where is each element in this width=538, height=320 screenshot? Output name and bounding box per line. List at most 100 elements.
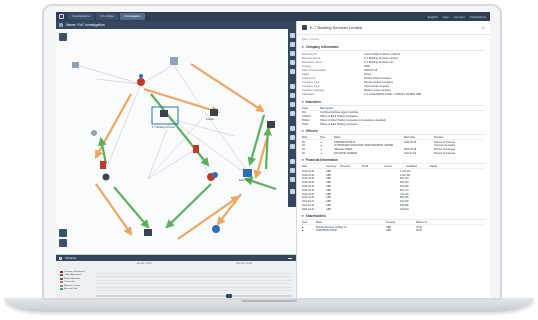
node-n5 bbox=[193, 145, 199, 153]
node-n13 bbox=[91, 130, 97, 136]
node-n2 bbox=[137, 74, 145, 86]
node-n8 bbox=[100, 161, 106, 169]
fin-date: 2019-03-31 bbox=[302, 169, 315, 173]
panel-header: K-7 Building Services Limited ✕ bbox=[297, 21, 490, 35]
officer-position: Director of business bbox=[434, 152, 456, 155]
close-icon[interactable]: ✕ bbox=[482, 25, 485, 30]
table-row[interactable]: 2009-03-31 GBP 410,019 bbox=[302, 207, 485, 211]
fin-currency: GBP bbox=[326, 173, 332, 177]
fin-currency: GBP bbox=[326, 184, 332, 188]
pin-icon[interactable] bbox=[289, 126, 295, 131]
section-title[interactable]: ▾ Industries bbox=[302, 100, 485, 107]
laptop-bezel: Investigations All entities Investigatio… bbox=[42, 4, 502, 300]
menu-icon[interactable] bbox=[59, 14, 64, 19]
node-label-n3: K-7 Building Services bbox=[152, 126, 175, 129]
shareholder-country: GBR bbox=[386, 225, 392, 229]
officer-name: RAYMOND ANDREW bbox=[334, 152, 358, 155]
field-value: 2009-03-18 bbox=[364, 68, 378, 72]
shareholder-pct: 25.00 bbox=[416, 229, 422, 233]
fin-value: 1,118,341 bbox=[400, 173, 411, 177]
redo-icon[interactable] bbox=[289, 177, 295, 182]
legend-item[interactable]: Account Filed bbox=[60, 288, 92, 292]
fin-date: 2010-03-31 bbox=[302, 203, 315, 207]
search-icon[interactable] bbox=[289, 51, 295, 56]
group-icon[interactable] bbox=[289, 102, 295, 107]
node-n6 bbox=[243, 169, 252, 177]
officer-position: Director of business bbox=[434, 148, 456, 152]
timeline-scroll-thumb[interactable] bbox=[226, 294, 232, 298]
section-title[interactable]: ▾ Officers bbox=[302, 129, 485, 136]
fin-value: 987,143 bbox=[400, 177, 409, 181]
field-label: Company Category bbox=[302, 89, 325, 93]
notifications-menu[interactable]: Notifications bbox=[470, 15, 486, 19]
graph-workspace: Name: PoC Investigation K-7 Building Ser… bbox=[56, 21, 296, 298]
timeline-lanes[interactable] bbox=[96, 270, 292, 291]
expand-icon[interactable] bbox=[289, 84, 295, 89]
officer-position: Director of business bbox=[434, 140, 456, 144]
undo-icon[interactable] bbox=[289, 168, 295, 173]
field-label: Company Type bbox=[302, 81, 320, 85]
help-menu[interactable]: Help bbox=[443, 15, 449, 19]
panel-title: K-7 Building Services Limited bbox=[310, 25, 363, 30]
layout-icon[interactable] bbox=[59, 239, 67, 247]
chevron-down-icon: ▾ bbox=[302, 129, 304, 134]
timeline-columns: January 2019 February 2019 bbox=[94, 262, 294, 266]
export-icon[interactable] bbox=[289, 189, 295, 194]
table-row[interactable]: 55111 Offices of Bank Holding Companies bbox=[302, 122, 485, 126]
table-row[interactable]: ■ STEPHENS PHILIP GBR 25.00 bbox=[302, 229, 485, 233]
section-title[interactable]: ▾ Shareholders bbox=[302, 214, 485, 221]
field-label: Business Name bbox=[302, 56, 321, 60]
select-icon[interactable] bbox=[289, 69, 295, 74]
field-value: GBR bbox=[364, 64, 370, 68]
layers-icon[interactable] bbox=[289, 111, 295, 116]
legend-swatch bbox=[60, 288, 63, 291]
fin-currency: GBP bbox=[326, 169, 332, 173]
timeline-scrollbar[interactable] bbox=[96, 295, 292, 297]
zoom-out-icon[interactable] bbox=[289, 42, 295, 47]
delete-icon[interactable] bbox=[289, 144, 295, 149]
fin-date: 2011-03-31 bbox=[302, 200, 315, 204]
hide-icon[interactable] bbox=[289, 135, 295, 140]
tab-all-entities[interactable]: All entities bbox=[96, 13, 119, 20]
fin-date: 2012-03-31 bbox=[302, 196, 315, 200]
shareholder-country: GBR bbox=[386, 229, 392, 233]
legend-label: Filing Submitted bbox=[64, 277, 80, 280]
section-title[interactable]: ▾ Financial Information bbox=[302, 158, 485, 165]
workspace-title: Name: PoC Investigation bbox=[66, 23, 105, 27]
tab-investigations[interactable]: Investigations bbox=[68, 13, 95, 20]
link-icon[interactable] bbox=[289, 93, 295, 98]
officer-role: Dir bbox=[302, 144, 306, 148]
officer-date: 2009-03-18 bbox=[404, 140, 417, 144]
fit-view-icon[interactable] bbox=[59, 229, 67, 237]
industry-desc: Combined facilities support activities bbox=[320, 111, 359, 115]
field-value: Private Limited Company bbox=[364, 81, 393, 85]
timeline-panel: Timeline January 2019 February 2019 Comp… bbox=[56, 254, 296, 298]
industry-code: 7020CH bbox=[302, 115, 311, 119]
fin-value: 540,882 bbox=[400, 203, 409, 207]
legend-swatch bbox=[60, 281, 63, 284]
timeline-title: Timeline bbox=[65, 256, 77, 260]
fin-value: 1,215,003 bbox=[400, 169, 411, 173]
collapse-icon[interactable] bbox=[288, 257, 292, 259]
fin-currency: GBP bbox=[326, 192, 332, 196]
section-title[interactable]: ▾ Company Information bbox=[302, 45, 485, 51]
refresh-icon[interactable] bbox=[289, 159, 295, 164]
industry-code: 811 bbox=[302, 111, 306, 115]
graph-canvas[interactable]: K-7 Building Services Industry Bank Corp bbox=[56, 29, 296, 254]
fin-date: 2014-03-31 bbox=[302, 188, 315, 192]
officer-name: NEVILLE JAMES bbox=[334, 148, 353, 152]
language-menu[interactable]: English bbox=[428, 15, 438, 19]
tab-investigation[interactable]: Investigation bbox=[120, 13, 145, 20]
field-label: Alternative name bbox=[302, 60, 322, 64]
graph-svg bbox=[72, 57, 277, 240]
financial-section: ▾ Financial Information Date Currency Turno… bbox=[297, 156, 490, 212]
fin-date: 2009-03-31 bbox=[302, 207, 315, 211]
account-menu[interactable]: Account bbox=[454, 15, 465, 19]
filter-icon[interactable] bbox=[289, 60, 295, 65]
zoom-in-icon[interactable] bbox=[289, 33, 295, 38]
table-row[interactable]: Dir ▲ RAYMOND ANDREW 2011-07-04 Director of … bbox=[302, 152, 485, 156]
fin-value: 690,455 bbox=[400, 196, 409, 200]
breadcrumb[interactable]: Back / Details bbox=[297, 35, 490, 43]
node-label-n4: Industry bbox=[206, 118, 215, 121]
fin-value: 612,309 bbox=[400, 200, 409, 204]
